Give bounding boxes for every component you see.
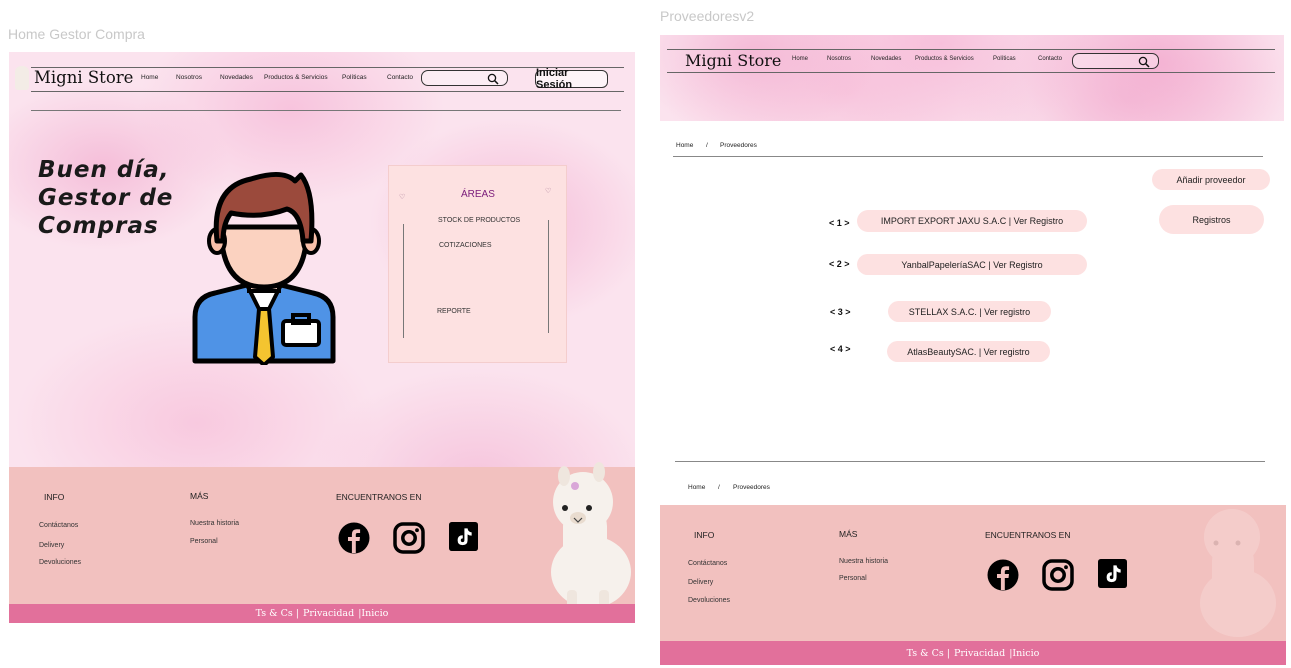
area-cotizaciones[interactable]: COTIZACIONES [439, 242, 492, 249]
link-terms-2[interactable]: Ts & Cs | [907, 648, 950, 659]
footer-bottom-bar: Ts & Cs | Privacidad |Inicio [9, 604, 635, 623]
supplier-row-2[interactable]: YanbalPapeleríaSAC | Ver Registro [857, 254, 1087, 275]
bottom-breadcrumb-sep: / [718, 484, 720, 491]
brand-name[interactable]: Migni Store [34, 68, 133, 87]
nav-bottom-line [31, 91, 624, 92]
footer-link-devoluciones-2[interactable]: Devoluciones [688, 597, 730, 604]
bottom-breadcrumb-proveedores[interactable]: Proveedores [733, 484, 770, 491]
nav-novedades[interactable]: Novedades [220, 74, 253, 81]
footer-social-title: ENCUENTRANOS EN [336, 492, 422, 502]
link-inicio-2[interactable]: |Inicio [1009, 648, 1039, 659]
footer-link-personal[interactable]: Personal [190, 538, 218, 545]
areas-title: ÁREAS [461, 189, 495, 200]
nav-bottom-line-2 [667, 72, 1275, 73]
header-band [660, 35, 1284, 121]
greeting-line-1: Buen día, [38, 157, 170, 183]
search-input[interactable] [421, 70, 508, 86]
nav-novedades-2[interactable]: Novedades [871, 56, 901, 62]
tiktok-icon[interactable] [1098, 559, 1127, 588]
footer-social-title-2: ENCUENTRANOS EN [985, 530, 1071, 540]
area-stock-productos[interactable]: STOCK DE PRODUCTOS [438, 217, 520, 224]
supplier-row-1[interactable]: IMPORT EXPORT JAXU S.A.C | Ver Registro [857, 210, 1087, 232]
supplier-row-4[interactable]: AtlasBeautySAC. | Ver registro [887, 341, 1050, 362]
row-index-3: < 3 > [830, 307, 851, 317]
supplier-row-3[interactable]: STELLAX S.A.C. | Ver registro [888, 301, 1051, 322]
greeting-line-2: Gestor de [38, 185, 174, 211]
bottom-line [675, 461, 1265, 462]
heart-icon-left: ♡ [399, 193, 406, 201]
search-icon[interactable] [1138, 56, 1150, 68]
records-button[interactable]: Registros [1159, 205, 1264, 234]
proveedores-frame: Migni Store Home Nosotros Novedades Prod… [660, 35, 1286, 665]
link-inicio[interactable]: |Inicio [358, 608, 388, 619]
footer-mas-title-2: MÁS [839, 529, 858, 539]
nav-top-line-2 [667, 49, 1275, 50]
nav-contacto[interactable]: Contacto [387, 74, 413, 81]
footer-link-historia-2[interactable]: Nuestra historia [839, 558, 888, 565]
nav-nosotros[interactable]: Nosotros [176, 74, 202, 81]
footer-link-devoluciones[interactable]: Devoluciones [39, 559, 81, 566]
tiktok-icon[interactable] [449, 522, 478, 551]
search-input-2[interactable] [1072, 53, 1159, 69]
areas-right-line [548, 220, 549, 333]
nav-politicas[interactable]: Políticas [342, 74, 367, 81]
heart-icon-right: ♡ [545, 187, 552, 195]
nav-productos-2[interactable]: Productos & Servicios [915, 56, 974, 62]
areas-left-line [403, 224, 404, 338]
breadcrumb-sep: / [706, 142, 708, 149]
footer-info-title-2: INFO [694, 530, 715, 540]
add-supplier-button[interactable]: Añadir proveedor [1152, 169, 1270, 190]
nav-contacto-2[interactable]: Contacto [1038, 56, 1062, 62]
footer-link-delivery[interactable]: Delivery [39, 542, 64, 549]
row-index-4: < 4 > [830, 344, 851, 354]
facebook-icon[interactable] [987, 559, 1019, 591]
link-privacidad[interactable]: Privacidad [303, 608, 354, 619]
link-privacidad-2[interactable]: Privacidad [954, 648, 1005, 659]
brand-name-2[interactable]: Migni Store [685, 51, 781, 70]
footer-2: INFO Contáctanos Delivery Devoluciones M… [660, 505, 1286, 642]
footer-link-historia[interactable]: Nuestra historia [190, 520, 239, 527]
footer-link-contactanos[interactable]: Contáctanos [39, 522, 78, 529]
nav-nosotros-2[interactable]: Nosotros [827, 56, 851, 62]
instagram-icon[interactable] [1042, 559, 1074, 591]
footer-info-title: INFO [44, 492, 65, 502]
footer-mas-title: MÁS [190, 491, 209, 501]
alpaca-mascot-illustration [551, 462, 631, 608]
bottom-breadcrumb-home[interactable]: Home [688, 484, 705, 491]
greeting-line-3: Compras [38, 213, 159, 239]
link-terms[interactable]: Ts & Cs | [256, 608, 299, 619]
frame-label-home: Home Gestor Compra [8, 26, 145, 42]
search-icon[interactable] [487, 73, 499, 85]
footer-bottom-bar-2: Ts & Cs | Privacidad |Inicio [660, 641, 1286, 665]
footer-link-personal-2[interactable]: Personal [839, 575, 867, 582]
area-reporte[interactable]: REPORTE [437, 308, 471, 315]
row-index-1: < 1 > [829, 218, 850, 228]
breadcrumb-home[interactable]: Home [676, 142, 693, 149]
nav-politicas-2[interactable]: Políticas [993, 56, 1016, 62]
instagram-icon[interactable] [393, 522, 425, 554]
footer-link-delivery-2[interactable]: Delivery [688, 579, 713, 586]
alpaca-watermark [1200, 509, 1276, 637]
facebook-icon[interactable] [338, 522, 370, 554]
breadcrumb-proveedores[interactable]: Proveedores [720, 142, 757, 149]
row-index-2: < 2 > [829, 259, 850, 269]
greeting-heading: Buen día, Gestor de Compras [38, 156, 173, 240]
areas-card: ♡ ♡ ÁREAS STOCK DE PRODUCTOS COTIZACIONE… [388, 165, 567, 363]
home-gestor-frame: Migni Store Home Nosotros Novedades Prod… [9, 52, 635, 623]
alpaca-logo [15, 66, 29, 90]
nav-home[interactable]: Home [141, 74, 158, 81]
section-divider [31, 110, 621, 111]
login-button[interactable]: Iniciar Sesión [535, 67, 608, 91]
nav-productos[interactable]: Productos & Servicios [264, 74, 328, 81]
nav-home-2[interactable]: Home [792, 56, 808, 62]
footer-link-contactanos-2[interactable]: Contáctanos [688, 560, 727, 567]
frame-label-proveedores: Proveedoresv2 [660, 8, 755, 24]
buyer-avatar-illustration [192, 172, 336, 365]
breadcrumb-line [673, 156, 1263, 157]
